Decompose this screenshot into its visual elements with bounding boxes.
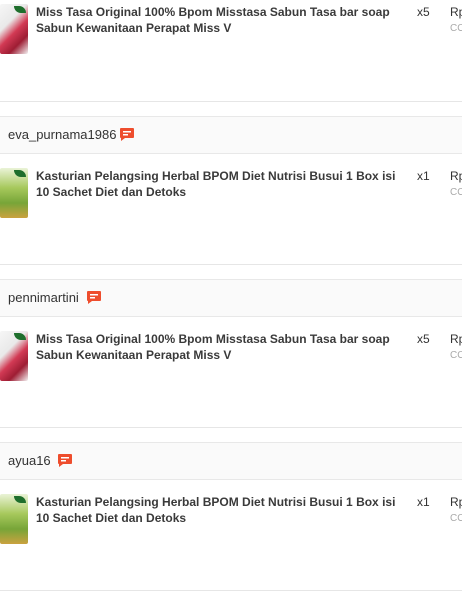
product-title[interactable]: Kasturian Pelangsing Herbal BPOM Diet Nu… [36, 168, 412, 200]
divider [0, 427, 462, 428]
order-item: Miss Tasa Original 100% Bpom Misstasa Sa… [0, 331, 462, 391]
product-price: Rp [450, 332, 462, 346]
buyer-username[interactable]: eva_purnama1986 [8, 127, 116, 142]
product-title[interactable]: Kasturian Pelangsing Herbal BPOM Diet Nu… [36, 494, 412, 526]
order-header: pennimartini [0, 279, 462, 317]
payment-method: CO [450, 350, 462, 361]
product-price: Rp [450, 169, 462, 183]
buyer-username[interactable]: pennimartini [8, 290, 79, 305]
buyer-username[interactable]: ayua16 [8, 453, 51, 468]
herbal-product-icon[interactable] [0, 168, 28, 218]
payment-method: CO [450, 513, 462, 524]
product-quantity: x5 [417, 332, 430, 346]
order-item: Kasturian Pelangsing Herbal BPOM Diet Nu… [0, 494, 462, 554]
product-price: Rp [450, 495, 462, 509]
product-quantity: x5 [417, 5, 430, 19]
payment-method: CO [450, 187, 462, 198]
order-header: ayua16 [0, 442, 462, 480]
order-item: Miss Tasa Original 100% Bpom Misstasa Sa… [0, 4, 462, 64]
order-item: Kasturian Pelangsing Herbal BPOM Diet Nu… [0, 168, 462, 228]
divider [0, 101, 462, 102]
chat-icon[interactable] [86, 290, 102, 305]
product-price: Rp [450, 5, 462, 19]
product-title[interactable]: Miss Tasa Original 100% Bpom Misstasa Sa… [36, 4, 412, 36]
soap-product-icon[interactable] [0, 331, 28, 381]
chat-icon[interactable] [57, 453, 73, 468]
soap-product-icon[interactable] [0, 4, 28, 54]
product-title[interactable]: Miss Tasa Original 100% Bpom Misstasa Sa… [36, 331, 412, 363]
payment-method: CO [450, 23, 462, 34]
order-header: eva_purnama1986 [0, 116, 462, 154]
product-quantity: x1 [417, 169, 430, 183]
divider [0, 590, 462, 591]
herbal-product-icon[interactable] [0, 494, 28, 544]
chat-icon[interactable] [119, 127, 135, 142]
divider [0, 264, 462, 265]
product-quantity: x1 [417, 495, 430, 509]
